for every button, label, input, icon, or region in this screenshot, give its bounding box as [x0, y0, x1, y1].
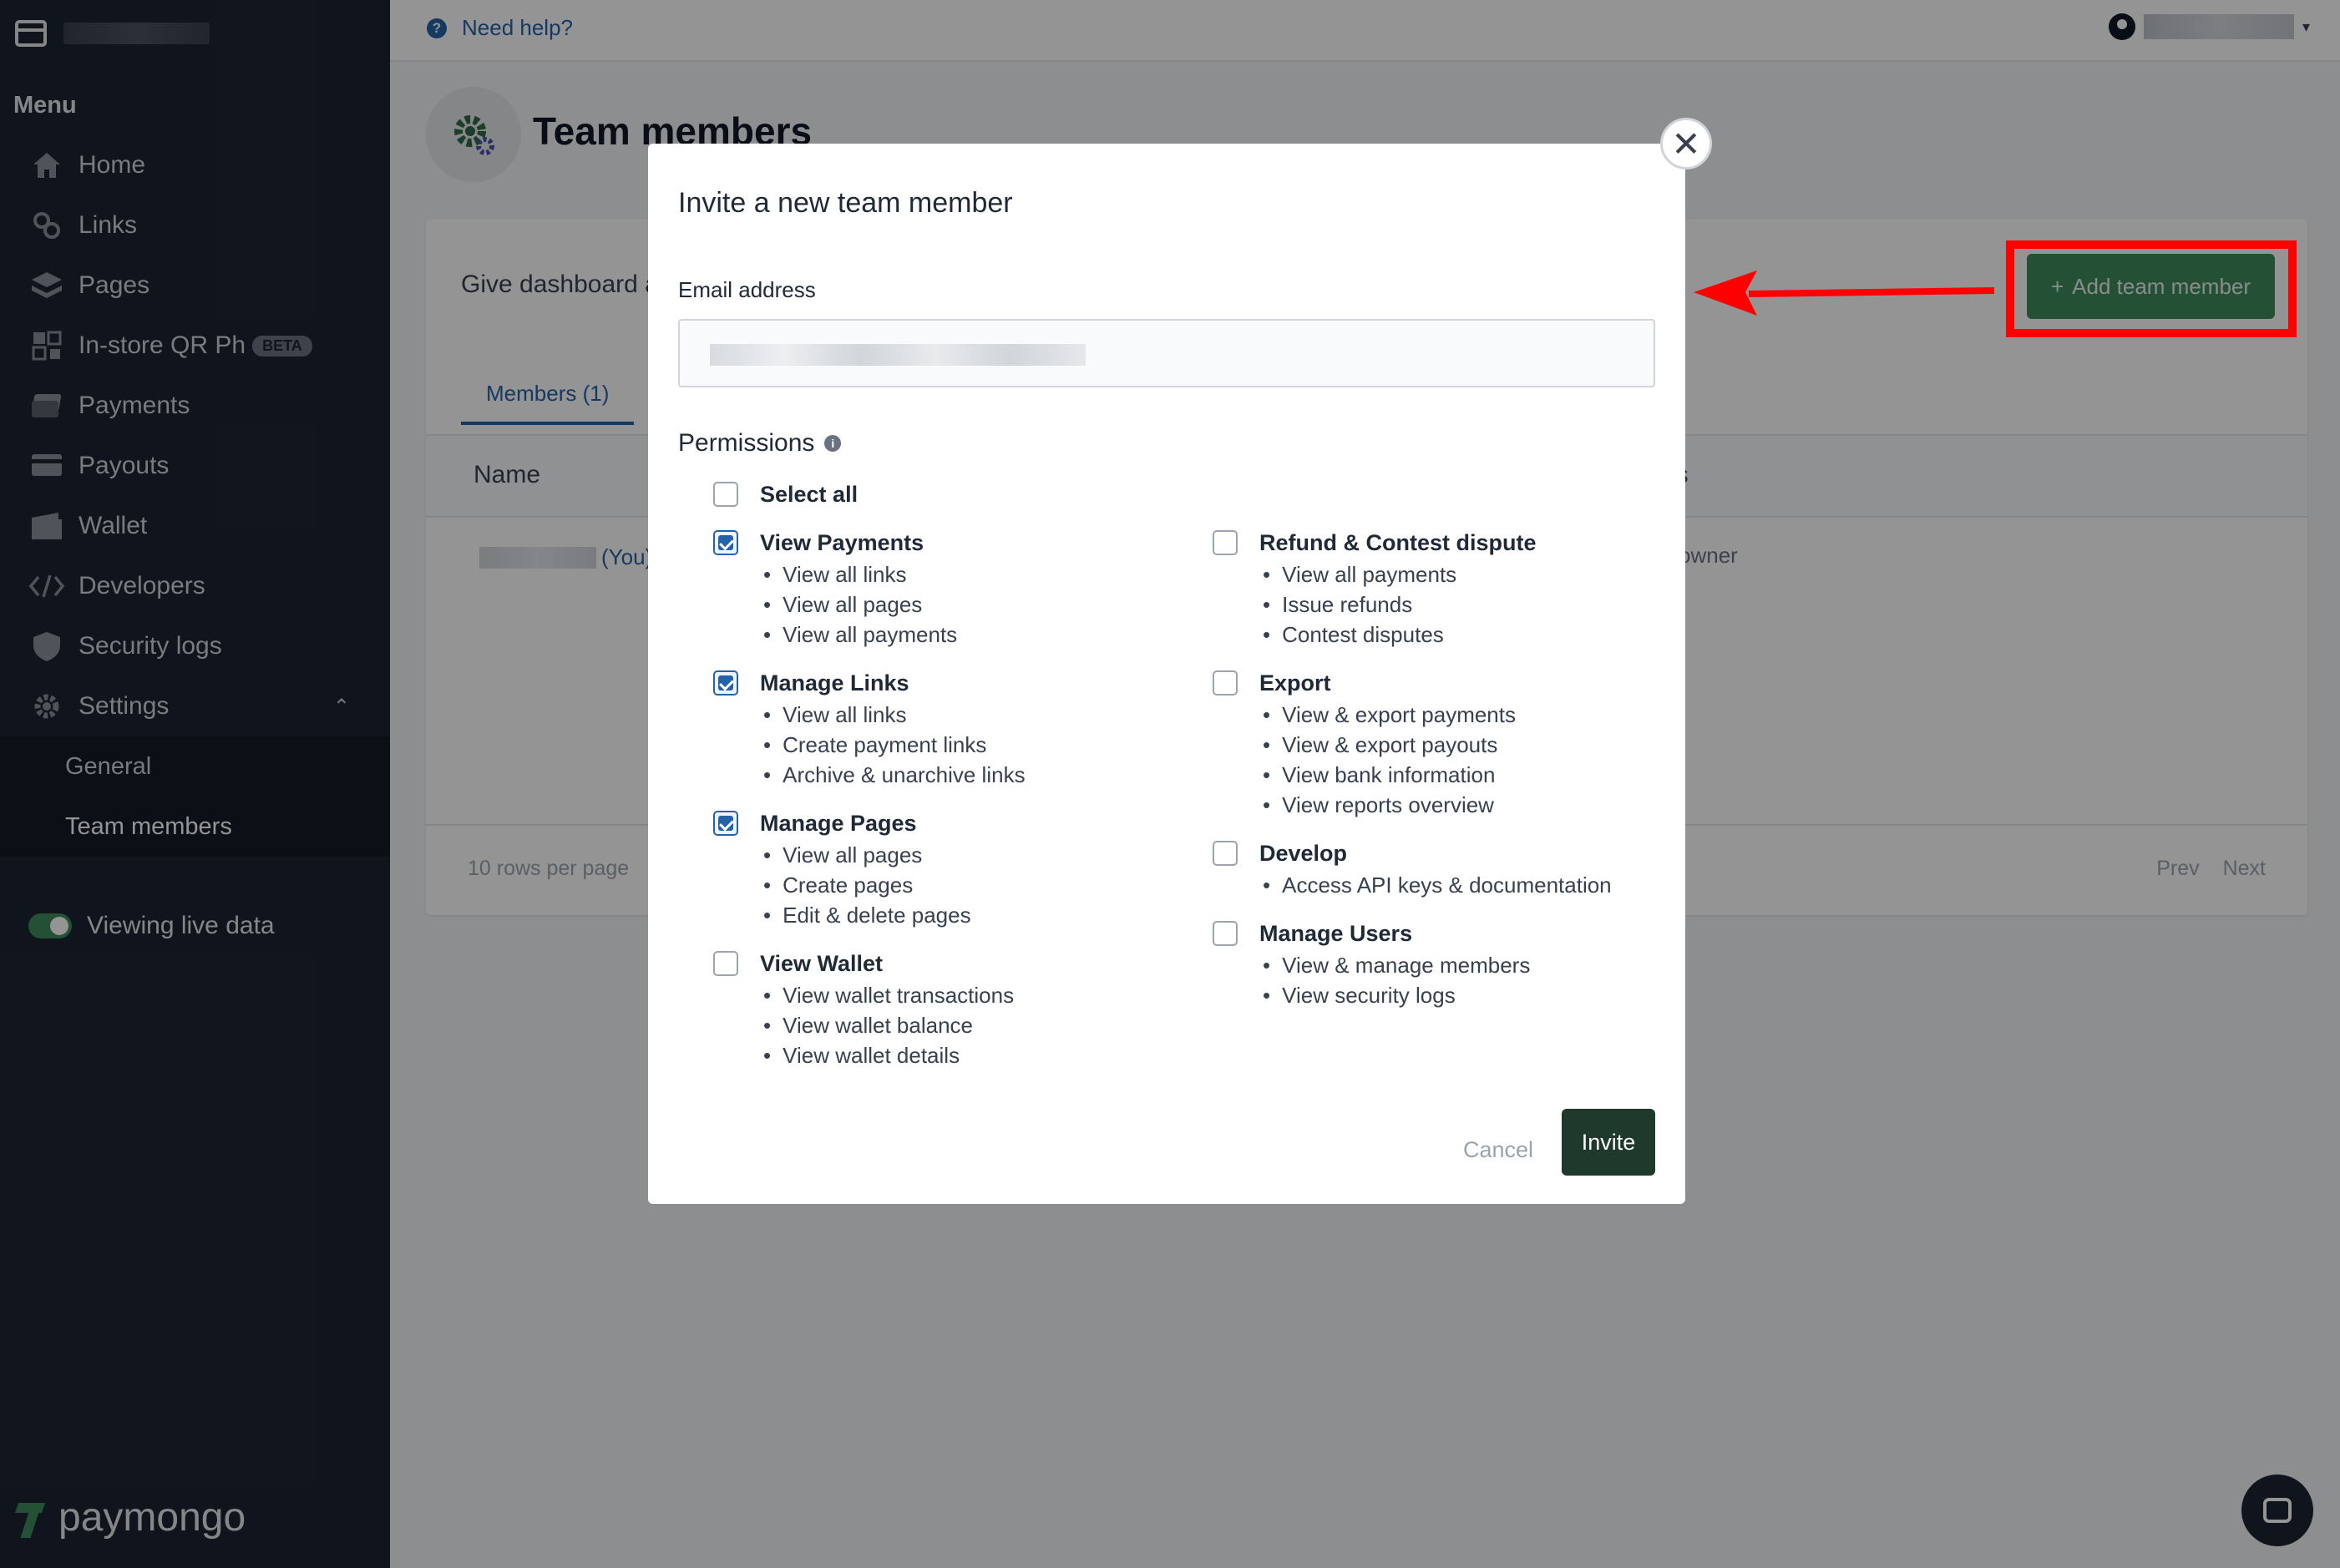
refund-contest-checkbox[interactable] [1213, 530, 1238, 555]
perm-manage-links: Manage Links View all links Create payme… [713, 666, 1026, 790]
perm-export: Export View & export payments View & exp… [1213, 666, 1516, 820]
manage-pages-checkbox[interactable] [713, 811, 738, 836]
perm-sub-item: Create payment links [763, 730, 1026, 760]
develop-checkbox[interactable] [1213, 841, 1238, 866]
select-all-checkbox-row[interactable]: Select all [713, 478, 858, 511]
perm-sub-item: View & export payments [1263, 700, 1516, 730]
perm-sub-list: Access API keys & documentation [1263, 870, 1612, 900]
perm-label: Manage Links [760, 670, 909, 695]
perm-sub-item: Issue refunds [1263, 589, 1537, 620]
perm-sub-list: View all payments Issue refunds Contest … [1263, 559, 1537, 650]
perm-sub-list: View all links View all pages View all p… [763, 559, 957, 650]
perm-label: Manage Pages [760, 810, 917, 836]
perm-manage-users: Manage Users View & manage members View … [1213, 917, 1530, 1010]
perm-checkbox-row[interactable]: View Wallet [713, 947, 1014, 980]
email-label: Email address [678, 277, 816, 302]
email-value-redacted [710, 344, 1086, 366]
email-input[interactable] [678, 319, 1655, 387]
select-all-checkbox[interactable] [713, 482, 738, 507]
perm-checkbox-row[interactable]: Refund & Contest dispute [1213, 526, 1537, 559]
perm-sub-item: View wallet details [763, 1040, 1014, 1070]
perm-label: View Wallet [760, 950, 884, 976]
invite-button[interactable]: Invite [1562, 1109, 1655, 1176]
perm-sub-item: Create pages [763, 870, 971, 900]
perm-checkbox-row[interactable]: Manage Users [1213, 917, 1530, 950]
info-icon[interactable]: i [824, 435, 842, 452]
perm-refund-contest: Refund & Contest dispute View all paymen… [1213, 526, 1537, 650]
perm-sub-item: View wallet transactions [763, 980, 1014, 1010]
annotation-highlight-box [2006, 240, 2297, 337]
perm-checkbox-row[interactable]: View Payments [713, 526, 957, 559]
perm-checkbox-row[interactable]: Manage Links [713, 666, 1026, 700]
perm-sub-item: View reports overview [1263, 790, 1516, 820]
perm-sub-item: Contest disputes [1263, 620, 1537, 650]
view-payments-checkbox[interactable] [713, 530, 738, 555]
perm-label: View Payments [760, 529, 924, 555]
export-checkbox[interactable] [1213, 670, 1238, 695]
manage-links-checkbox[interactable] [713, 670, 738, 695]
perm-sub-list: View & export payments View & export pay… [1263, 700, 1516, 820]
perm-checkbox-row[interactable]: Manage Pages [713, 807, 971, 840]
perm-sub-item: Edit & delete pages [763, 900, 971, 930]
perm-sub-item: View all payments [1263, 559, 1537, 589]
perm-view-wallet: View Wallet View wallet transactions Vie… [713, 947, 1014, 1070]
modal-title: Invite a new team member [678, 187, 1013, 219]
perm-checkbox-row[interactable]: Export [1213, 666, 1516, 700]
perm-view-payments: View Payments View all links View all pa… [713, 526, 957, 650]
manage-users-checkbox[interactable] [1213, 921, 1238, 946]
perm-sub-item: View & export payouts [1263, 730, 1516, 760]
perm-sub-list: View & manage members View security logs [1263, 950, 1530, 1010]
perm-sub-item: View & manage members [1263, 950, 1530, 980]
perm-sub-item: View security logs [1263, 980, 1530, 1010]
perm-manage-pages: Manage Pages View all pages Create pages… [713, 807, 971, 930]
perm-label: Develop [1259, 840, 1348, 866]
perm-sub-item: Access API keys & documentation [1263, 870, 1612, 900]
view-wallet-checkbox[interactable] [713, 951, 738, 976]
perm-sub-item: View wallet balance [763, 1010, 1014, 1040]
perm-develop: Develop Access API keys & documentation [1213, 837, 1612, 900]
annotation-arrow-icon [1694, 271, 1995, 316]
perm-sub-item: View all pages [763, 589, 957, 620]
perm-label: Export [1259, 670, 1331, 695]
select-all-group: Select all [713, 478, 858, 511]
perm-label: Manage Users [1259, 920, 1413, 946]
perm-checkbox-row[interactable]: Develop [1213, 837, 1612, 870]
perm-sub-item: View all payments [763, 620, 957, 650]
close-icon[interactable]: ✕ [1660, 118, 1712, 169]
permissions-label: Permissions [678, 429, 815, 457]
perm-sub-item: View all links [763, 559, 957, 589]
perm-label: Refund & Contest dispute [1259, 529, 1537, 555]
perm-sub-item: Archive & unarchive links [763, 760, 1025, 790]
perm-sub-item: View bank information [1263, 760, 1516, 790]
permissions-heading: Permissions i [678, 429, 842, 458]
perm-sub-list: View wallet transactions View wallet bal… [763, 980, 1014, 1070]
invite-modal: Invite a new team member Email address P… [648, 144, 1685, 1204]
perm-sub-item: View all pages [763, 840, 971, 870]
perm-sub-list: View all pages Create pages Edit & delet… [763, 840, 971, 930]
perm-sub-list: View all links Create payment links Arch… [763, 700, 1026, 790]
select-all-label: Select all [760, 481, 859, 507]
cancel-button[interactable]: Cancel [1463, 1137, 1533, 1163]
perm-sub-item: View all links [763, 700, 1026, 730]
